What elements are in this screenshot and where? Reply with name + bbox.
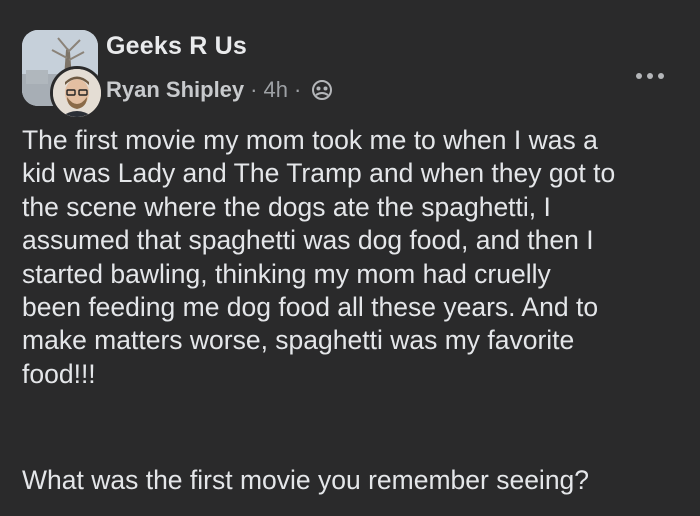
post-header: Geeks R Us Ryan Shipley · 4h · (22, 30, 678, 120)
post-timestamp-link[interactable]: 4h (263, 77, 287, 103)
meta-separator-2: · (293, 77, 302, 102)
post-card: Geeks R Us Ryan Shipley · 4h · The first… (0, 0, 700, 516)
author-avatar-image (53, 69, 101, 117)
more-options-icon[interactable] (632, 70, 668, 82)
group-name-link[interactable]: Geeks R Us (106, 32, 247, 61)
post-body-text: The first movie my mom took me to when I… (22, 125, 616, 389)
post-question-text: What was the first movie you remember se… (22, 465, 590, 495)
author-name-link[interactable]: Ryan Shipley (106, 77, 244, 103)
meta-separator: · (250, 77, 258, 102)
post-meta: Ryan Shipley · 4h · (106, 75, 333, 105)
group-privacy-icon (311, 79, 333, 101)
author-avatar[interactable] (50, 66, 104, 120)
